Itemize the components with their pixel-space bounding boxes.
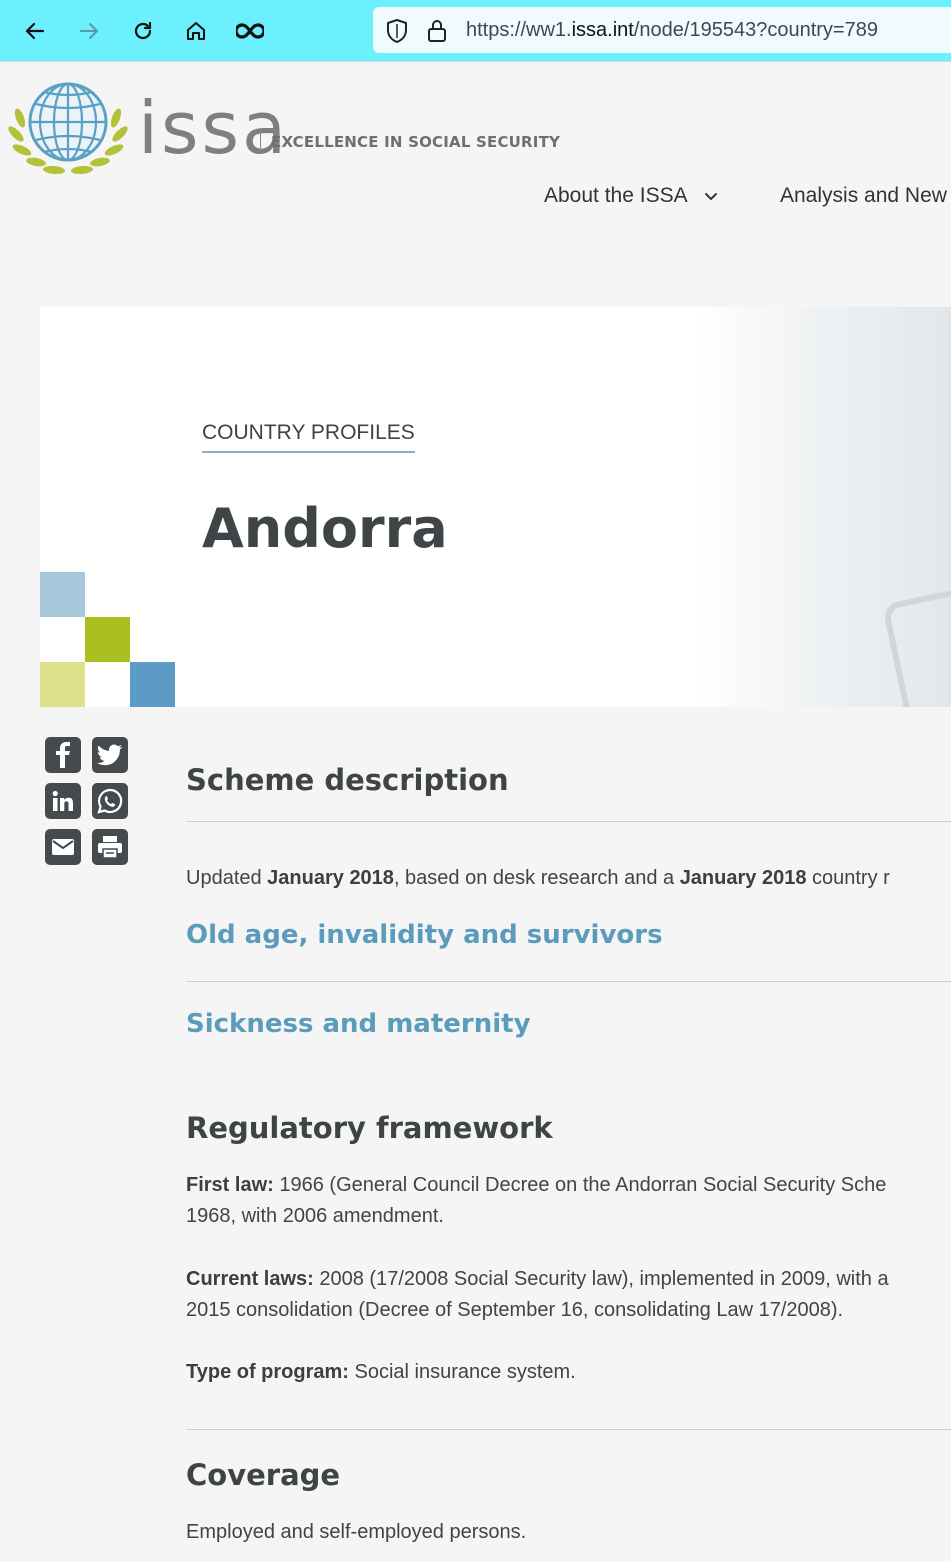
link-sickness-maternity[interactable]: Sickness and maternity <box>186 1009 531 1039</box>
decor-square-light-blue <box>40 572 85 617</box>
logo-divider <box>260 128 261 152</box>
issa-logo-icon[interactable] <box>6 78 130 185</box>
updated-note: Updated January 2018, based on desk rese… <box>186 863 890 894</box>
current-laws-text-line2: 2015 consolidation (Decree of September … <box>186 1299 844 1321</box>
updated-date-1: January 2018 <box>267 867 394 889</box>
facebook-icon[interactable] <box>45 737 81 773</box>
linkedin-icon[interactable] <box>45 783 81 819</box>
url-text[interactable]: https://ww1.issa.int/node/195543?country… <box>466 19 878 42</box>
url-prefix: https://ww1. <box>466 19 572 41</box>
chevron-down-icon <box>704 184 718 208</box>
infinity-icon[interactable] <box>233 14 267 48</box>
shield-icon[interactable] <box>385 18 409 49</box>
lock-icon[interactable] <box>426 18 448 49</box>
decor-square-pale-lime <box>40 662 85 707</box>
menu-item-analysis[interactable]: Analysis and New <box>780 184 947 208</box>
section-title-scheme-description: Scheme description <box>186 763 509 797</box>
url-host: issa.int <box>571 19 634 41</box>
print-icon[interactable] <box>92 829 128 865</box>
decor-square-blue <box>130 662 175 707</box>
first-law-text-line2: 1968, with 2006 amendment. <box>186 1205 444 1227</box>
menu-item-label: Analysis and New <box>780 184 947 207</box>
issa-logo-wordmark[interactable]: issa <box>138 88 289 168</box>
decor-square-white <box>40 617 85 662</box>
breadcrumb-country-profiles[interactable]: COUNTRY PROFILES <box>202 421 415 453</box>
browser-toolbar: https://ww1.issa.int/node/195543?country… <box>0 0 951 62</box>
page-title: Andorra <box>202 497 448 560</box>
updated-text-2: , based on desk research and a <box>393 867 680 889</box>
forward-arrow-icon[interactable] <box>72 14 106 48</box>
current-laws-paragraph: Current laws: 2008 (17/2008 Social Secur… <box>186 1264 889 1326</box>
current-laws-text-line1: 2008 (17/2008 Social Security law), impl… <box>313 1268 889 1290</box>
current-laws-label: Current laws: <box>186 1268 314 1290</box>
logo-tagline: EXCELLENCE IN SOCIAL SECURITY <box>271 133 561 151</box>
updated-text-1: Updated <box>186 867 268 889</box>
back-arrow-icon[interactable] <box>18 14 52 48</box>
first-law-paragraph: First law: 1966 (General Council Decree … <box>186 1170 886 1232</box>
divider <box>186 981 951 982</box>
decor-square-lime <box>85 617 130 662</box>
hero-banner: COUNTRY PROFILES Andorra <box>40 307 951 707</box>
twitter-icon[interactable] <box>92 737 128 773</box>
email-icon[interactable] <box>45 829 81 865</box>
divider <box>186 821 951 822</box>
whatsapp-icon[interactable] <box>92 783 128 819</box>
type-of-program-label: Type of program: <box>186 1361 349 1383</box>
first-law-text-line1: 1966 (General Council Decree on the Ando… <box>273 1174 887 1196</box>
section-title-regulatory-framework: Regulatory framework <box>186 1111 553 1145</box>
section-title-coverage: Coverage <box>186 1458 341 1492</box>
menu-item-label: About the ISSA <box>544 184 687 207</box>
link-old-age-invalidity-survivors[interactable]: Old age, invalidity and survivors <box>186 920 663 950</box>
url-path: /node/195543?country=789 <box>633 19 878 41</box>
type-of-program-paragraph: Type of program: Social insurance system… <box>186 1357 576 1388</box>
address-bar[interactable]: https://ww1.issa.int/node/195543?country… <box>373 7 951 53</box>
coverage-text: Employed and self-employed persons. <box>186 1521 527 1543</box>
updated-text-3: country r <box>806 867 890 889</box>
home-icon[interactable] <box>179 14 213 48</box>
menu-item-about[interactable]: About the ISSA <box>544 184 718 208</box>
divider <box>186 1429 951 1430</box>
hero-background-device-image <box>884 581 951 707</box>
updated-date-2: January 2018 <box>679 867 807 889</box>
reload-icon[interactable] <box>126 14 160 48</box>
type-of-program-value: Social insurance system. <box>348 1361 576 1383</box>
first-law-label: First law: <box>186 1174 274 1196</box>
